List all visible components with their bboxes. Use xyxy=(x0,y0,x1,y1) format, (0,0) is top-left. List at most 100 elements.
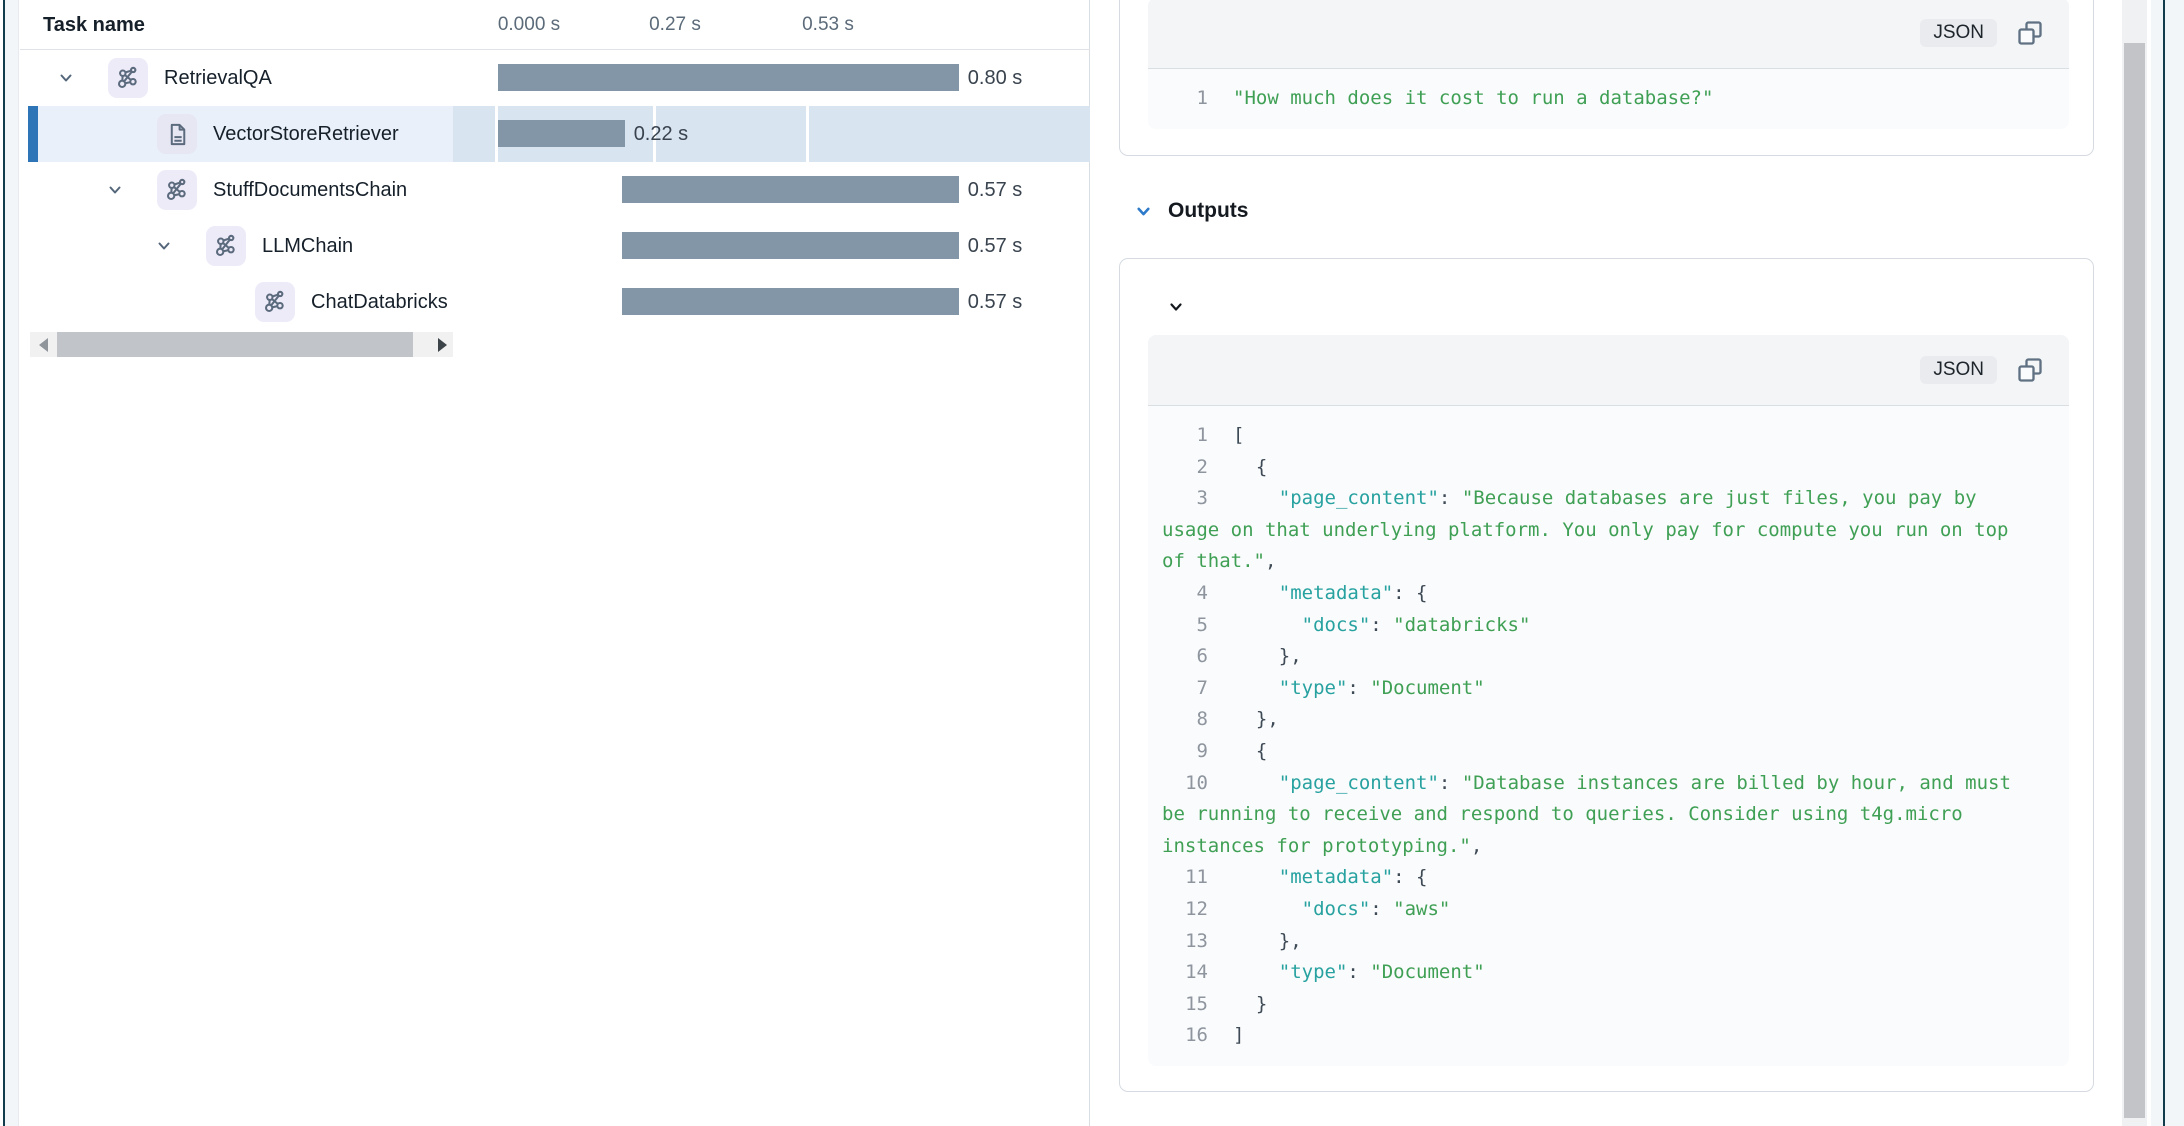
copy-button[interactable] xyxy=(2015,355,2045,385)
duration-bar[interactable] xyxy=(622,232,958,259)
code-line: 9 { xyxy=(1162,736,2055,768)
task-row-StuffDocumentsChain[interactable]: StuffDocumentsChain0.57 s xyxy=(20,162,1090,218)
line-number: 14 xyxy=(1162,957,1208,989)
format-badge-json: JSON xyxy=(1920,356,1997,384)
outputs-code-toolbar: JSON xyxy=(1148,335,2069,406)
scroll-left-arrow[interactable] xyxy=(39,338,48,352)
inputs-card: JSON 1"How much does it cost to run a da… xyxy=(1119,0,2094,156)
code-line: 13 }, xyxy=(1162,926,2055,958)
line-number: 15 xyxy=(1162,989,1208,1021)
code-wrap-line: of that.", xyxy=(1162,546,2055,578)
task-name-label: LLMChain xyxy=(262,218,353,274)
code-wrap-line: usage on that underlying platform. You o… xyxy=(1162,515,2055,547)
chain-icon xyxy=(262,289,288,315)
outputs-title: Outputs xyxy=(1168,199,1248,223)
task-name-cell: ChatDatabricks xyxy=(20,274,453,330)
task-name-label: ChatDatabricks xyxy=(311,274,448,330)
outputs-card: JSON 1[2 {3 "page_content": "Because dat… xyxy=(1119,258,2094,1092)
collapse-value-icon[interactable] xyxy=(1168,299,1184,315)
task-name-cell: StuffDocumentsChain xyxy=(20,162,453,218)
code-line: 11 "metadata": { xyxy=(1162,862,2055,894)
right-edge-divider xyxy=(2163,0,2165,1126)
task-row-VectorStoreRetriever[interactable]: VectorStoreRetriever 0.22 s xyxy=(20,106,1090,162)
task-row-LLMChain[interactable]: LLMChain 0.57 s xyxy=(20,218,1090,274)
code-line: 10 "page_content": "Database instances a… xyxy=(1162,768,2055,800)
trace-timeline-panel: Task name 0.000 s 0.27 s 0.53 s RetrievalQ… xyxy=(20,0,1090,1126)
axis-tick-label: 0.000 s xyxy=(498,0,560,50)
code-wrap-line: be running to receive and respond to que… xyxy=(1162,799,2055,831)
outputs-code-content: 1[2 {3 "page_content": "Because database… xyxy=(1148,406,2069,1066)
line-number: 4 xyxy=(1162,578,1208,610)
duration-label: 0.57 s xyxy=(968,274,1022,330)
code-line: 15 } xyxy=(1162,989,2055,1021)
copy-button[interactable] xyxy=(2015,18,2045,48)
duration-label: 0.57 s xyxy=(968,218,1022,274)
duration-bar[interactable] xyxy=(498,64,959,91)
outputs-section-header: Outputs xyxy=(1135,196,1248,226)
horizontal-scrollbar[interactable] xyxy=(30,332,453,357)
line-number: 9 xyxy=(1162,736,1208,768)
vertical-scrollbar-thumb[interactable] xyxy=(2124,43,2145,1118)
line-number: 1 xyxy=(1162,83,1208,115)
task-name-label: StuffDocumentsChain xyxy=(213,162,407,218)
task-name-label: VectorStoreRetriever xyxy=(213,106,399,162)
task-name-cell: LLMChain xyxy=(20,218,453,274)
line-number: 11 xyxy=(1162,862,1208,894)
outputs-collapse-icon[interactable] xyxy=(1135,203,1152,220)
scroll-right-arrow[interactable] xyxy=(438,338,447,352)
code-line: 5 "docs": "databricks" xyxy=(1162,610,2055,642)
code-line: 16] xyxy=(1162,1020,2055,1052)
line-number: 1 xyxy=(1162,420,1208,452)
duration-label: 0.80 s xyxy=(968,50,1022,106)
chain-icon xyxy=(213,233,239,259)
task-name-label: RetrievalQA xyxy=(164,50,272,106)
code-line: 1[ xyxy=(1162,420,2055,452)
task-name-column-header: Task name xyxy=(43,0,145,50)
code-wrap-line: instances for prototyping.", xyxy=(1162,831,2055,863)
duration-label: 0.22 s xyxy=(634,106,688,162)
duration-bar[interactable] xyxy=(622,176,958,203)
line-number: 7 xyxy=(1162,673,1208,705)
left-edge-gutter xyxy=(5,0,19,1126)
line-number: 3 xyxy=(1162,483,1208,515)
code-line: 7 "type": "Document" xyxy=(1162,673,2055,705)
horizontal-scrollbar-thumb[interactable] xyxy=(57,332,413,357)
outputs-code-viewer: JSON 1[2 {3 "page_content": "Because dat… xyxy=(1148,335,2069,1066)
chain-icon xyxy=(115,65,141,91)
line-number: 2 xyxy=(1162,452,1208,484)
duration-bar[interactable] xyxy=(498,120,625,147)
axis-tick-label: 0.53 s xyxy=(802,0,854,50)
task-row-ChatDatabricks[interactable]: ChatDatabricks 0.57 s xyxy=(20,274,1090,330)
duration-bar[interactable] xyxy=(622,288,958,315)
code-line: 12 "docs": "aws" xyxy=(1162,894,2055,926)
inputs-code-viewer: JSON 1"How much does it cost to run a da… xyxy=(1148,0,2069,129)
axis-tick-label: 0.27 s xyxy=(649,0,701,50)
line-number: 6 xyxy=(1162,641,1208,673)
format-badge-json: JSON xyxy=(1920,19,1997,47)
right-edge-gutter xyxy=(2151,0,2184,1126)
line-number: 13 xyxy=(1162,926,1208,958)
time-gridline xyxy=(806,106,809,162)
task-name-cell: RetrievalQA xyxy=(20,50,453,106)
task-name-cell: VectorStoreRetriever xyxy=(20,106,453,162)
task-row-RetrievalQA[interactable]: RetrievalQA 0.80 s xyxy=(20,50,1090,106)
line-number: 5 xyxy=(1162,610,1208,642)
inputs-code-toolbar: JSON xyxy=(1148,0,2069,69)
chain-icon xyxy=(164,177,190,203)
code-line: 3 "page_content": "Because databases are… xyxy=(1162,483,2055,515)
code-line: 4 "metadata": { xyxy=(1162,578,2055,610)
copy-icon xyxy=(2016,356,2044,384)
timeline-header: Task name 0.000 s 0.27 s 0.53 s xyxy=(20,0,1090,50)
chevron-down-icon[interactable] xyxy=(107,182,123,198)
line-number: 8 xyxy=(1162,704,1208,736)
copy-icon xyxy=(2016,19,2044,47)
chevron-down-icon[interactable] xyxy=(156,238,172,254)
chevron-down-icon[interactable] xyxy=(58,70,74,86)
vertical-scrollbar[interactable] xyxy=(2122,0,2147,1126)
code-line: 6 }, xyxy=(1162,641,2055,673)
document-icon xyxy=(165,122,190,147)
code-line: 2 { xyxy=(1162,452,2055,484)
code-line: 1"How much does it cost to run a databas… xyxy=(1162,83,2055,115)
line-number: 12 xyxy=(1162,894,1208,926)
line-number: 10 xyxy=(1162,768,1208,800)
